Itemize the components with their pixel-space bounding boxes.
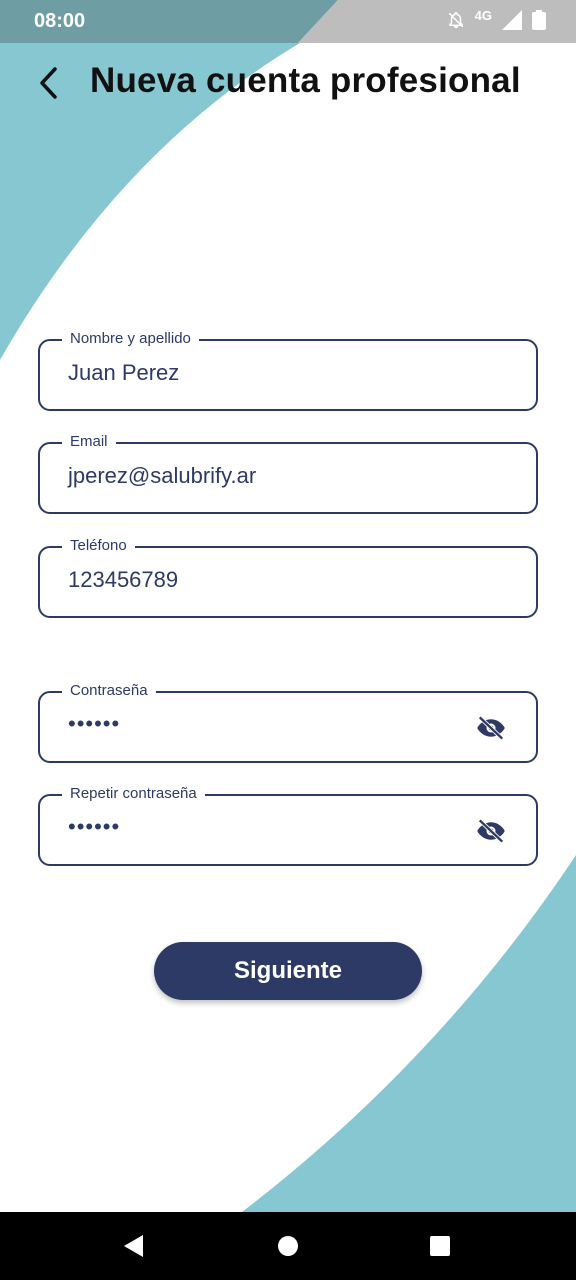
back-button[interactable] <box>28 63 68 103</box>
next-button[interactable]: Siguiente <box>154 942 422 1000</box>
system-nav-bar <box>0 1212 576 1280</box>
page-title: Nueva cuenta profesional <box>90 61 521 100</box>
repeat-password-field[interactable]: Repetir contraseña •••••• <box>38 784 538 866</box>
signal-icon <box>502 10 522 30</box>
status-time: 08:00 <box>34 10 86 32</box>
email-input[interactable]: jperez@salubrify.ar <box>68 463 256 489</box>
password-label: Contraseña <box>62 681 156 701</box>
circle-home-icon[interactable] <box>274 1232 302 1260</box>
chevron-left-icon <box>40 67 57 99</box>
phone-label: Teléfono <box>62 536 135 556</box>
square-recents-icon[interactable] <box>426 1232 454 1260</box>
background-decoration <box>0 43 576 1212</box>
password-input[interactable]: •••••• <box>68 711 120 737</box>
notifications-off-icon <box>448 12 463 29</box>
triangle-back-icon[interactable] <box>120 1232 148 1260</box>
phone-field[interactable]: Teléfono 123456789 <box>38 536 538 618</box>
email-label: Email <box>62 432 116 452</box>
status-bar: 08:00 4G <box>0 0 576 43</box>
password-field[interactable]: Contraseña •••••• <box>38 681 538 763</box>
name-input[interactable]: Juan Perez <box>68 360 179 386</box>
status-icons: 4G <box>447 7 546 30</box>
repeat-password-label: Repetir contraseña <box>62 784 205 804</box>
network-type: 4G <box>474 7 492 23</box>
phone-input[interactable]: 123456789 <box>68 567 178 593</box>
email-field[interactable]: Email jperez@salubrify.ar <box>38 432 538 514</box>
name-field[interactable]: Nombre y apellido Juan Perez <box>38 329 538 411</box>
app-bar: Nueva cuenta profesional <box>0 43 576 123</box>
repeat-password-input[interactable]: •••••• <box>68 814 120 840</box>
battery-icon <box>532 10 546 30</box>
name-label: Nombre y apellido <box>62 329 199 349</box>
eye-off-icon[interactable] <box>474 816 508 846</box>
eye-off-icon[interactable] <box>474 713 508 743</box>
